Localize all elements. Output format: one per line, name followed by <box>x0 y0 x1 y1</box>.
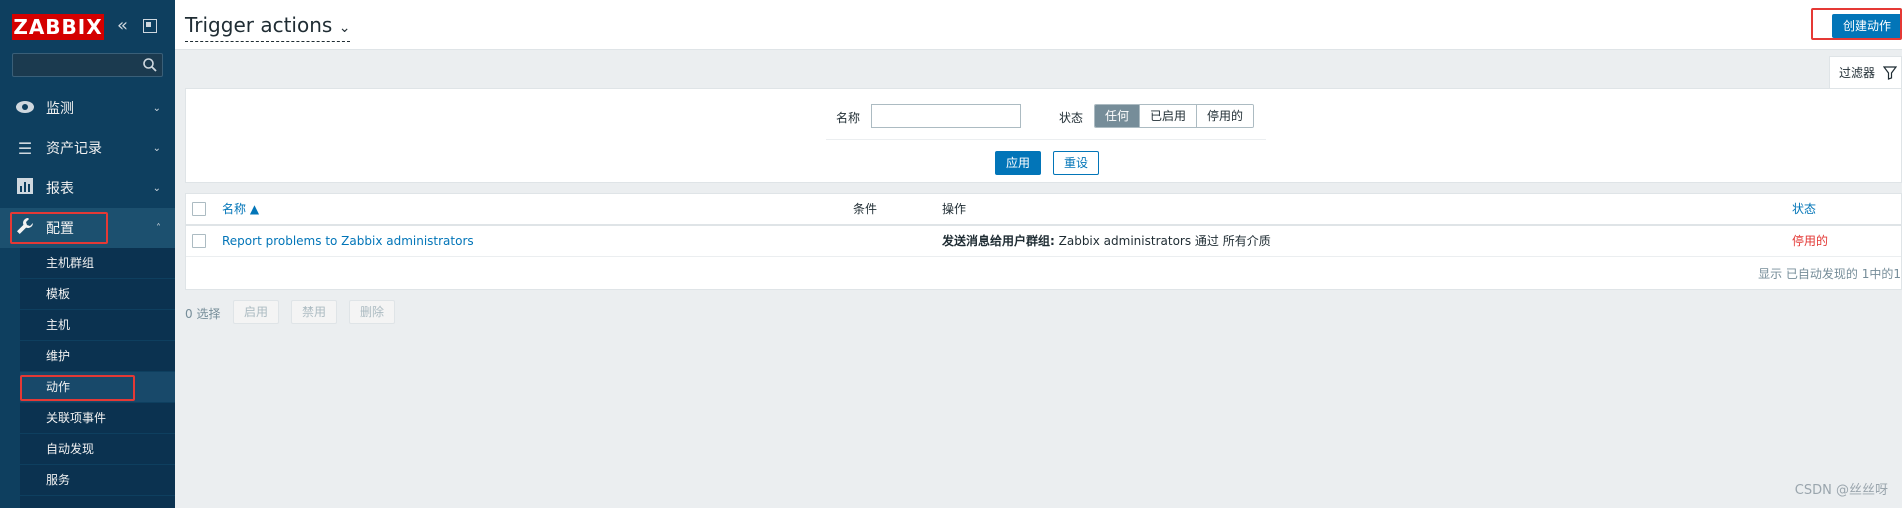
menu-item-configuration[interactable]: 配置 ˄ <box>0 208 175 248</box>
delete-button[interactable]: 删除 <box>349 300 396 324</box>
action-status-link[interactable]: 停用的 <box>1792 231 1828 251</box>
apply-button[interactable]: 应用 <box>995 151 1042 175</box>
chevron-down-icon: ⌄ <box>338 20 351 36</box>
filter-panel: 名称 状态 任何 已启用 停用的 应用 重设 <box>185 88 1902 183</box>
chevron-down-icon: ⌄ <box>152 102 161 114</box>
name-filter-input[interactable] <box>871 104 1021 128</box>
search-icon[interactable] <box>142 57 158 73</box>
double-chevron-left-icon[interactable]: « <box>117 14 128 38</box>
status-option-enabled[interactable]: 已启用 <box>1140 105 1198 127</box>
page-header: Trigger actions ⌄ 创建动作 <box>175 0 1902 50</box>
table-footer-info: 显示 已自动发现的 1中的1 <box>1758 267 1901 281</box>
menu-item-monitoring[interactable]: 监测 ⌄ <box>0 88 175 128</box>
watermark: CSDN @丝丝呀 <box>1794 483 1888 498</box>
action-name-link[interactable]: Report problems to Zabbix administrators <box>222 231 474 251</box>
filter-tab[interactable]: 过滤器 <box>1829 56 1902 88</box>
column-header-operations: 操作 <box>942 202 967 216</box>
configuration-submenu: 主机群组 模板 主机 维护 动作 关联项事件 自动发现 服务 <box>20 248 175 508</box>
submenu-item-discovery[interactable]: 自动发现 <box>20 434 175 465</box>
sidebar-search-input[interactable] <box>12 53 163 77</box>
eye-icon <box>12 99 38 118</box>
submenu-item-actions[interactable]: 动作 <box>20 372 175 403</box>
disable-button[interactable]: 禁用 <box>291 300 338 324</box>
status-filter-label: 状态 <box>1059 111 1084 125</box>
list-icon: ☰ <box>17 138 33 158</box>
row-checkbox[interactable] <box>192 234 206 248</box>
zabbix-logo[interactable]: ZABBIX <box>12 14 104 40</box>
wrench-icon <box>12 217 38 239</box>
chevron-up-icon: ˄ <box>156 222 161 234</box>
menu-item-label: 报表 <box>46 181 74 197</box>
enable-button[interactable]: 启用 <box>233 300 280 324</box>
table-header-divider <box>186 224 1901 226</box>
menu-item-reports[interactable]: 报表 ⌄ <box>0 168 175 208</box>
create-action-button[interactable]: 创建动作 <box>1831 14 1902 38</box>
chevron-down-icon: ⌄ <box>152 182 161 194</box>
operations-text: Zabbix administrators 通过 所有介质 <box>1054 234 1271 248</box>
filter-tab-label: 过滤器 <box>1839 66 1876 80</box>
operations-bold-text: 发送消息给用户群组: <box>942 234 1055 248</box>
action-operations: 发送消息给用户群组: Zabbix administrators 通过 所有介质 <box>942 231 1271 251</box>
submenu-item-services[interactable]: 服务 <box>20 465 175 496</box>
submenu-item-templates[interactable]: 模板 <box>20 279 175 310</box>
sidebar: ZABBIX « 监测 ⌄ ☰ 资产记录 ⌄ 报表 ⌄ 配置 ˄ 主机群组 模板 <box>0 0 175 508</box>
actions-table: 名称 ▲ 条件 操作 状态 Report problems to Zabbix … <box>185 193 1902 290</box>
page-title-dropdown[interactable]: Trigger actions ⌄ <box>185 12 351 42</box>
submenu-item-host-groups[interactable]: 主机群组 <box>20 248 175 279</box>
column-header-status[interactable]: 状态 <box>1792 194 1816 224</box>
page-title: Trigger actions <box>185 13 333 37</box>
selected-count: 0 选择 <box>185 307 221 321</box>
menu-item-label: 监测 <box>46 101 74 117</box>
submenu-item-hosts[interactable]: 主机 <box>20 310 175 341</box>
kiosk-mode-icon[interactable] <box>143 19 157 33</box>
status-radio-group: 任何 已启用 停用的 <box>1094 104 1255 128</box>
select-all-checkbox[interactable] <box>192 202 206 216</box>
name-filter-label: 名称 <box>836 111 861 125</box>
submenu-item-event-correlation[interactable]: 关联项事件 <box>20 403 175 434</box>
chevron-down-icon: ⌄ <box>152 142 161 154</box>
menu-item-label: 资产记录 <box>46 141 102 157</box>
column-header-name[interactable]: 名称 ▲ <box>222 194 259 224</box>
menu-item-label: 配置 <box>46 221 74 237</box>
column-header-conditions: 条件 <box>853 202 878 216</box>
filter-icon <box>1883 65 1898 80</box>
menu-item-inventory[interactable]: ☰ 资产记录 ⌄ <box>0 128 175 168</box>
filter-divider <box>826 139 1266 140</box>
bar-chart-icon <box>12 178 38 198</box>
submenu-item-maintenance[interactable]: 维护 <box>20 341 175 372</box>
status-option-disabled[interactable]: 停用的 <box>1197 105 1254 127</box>
status-option-any[interactable]: 任何 <box>1095 105 1141 127</box>
reset-button[interactable]: 重设 <box>1053 151 1100 175</box>
row-divider <box>186 256 1901 257</box>
